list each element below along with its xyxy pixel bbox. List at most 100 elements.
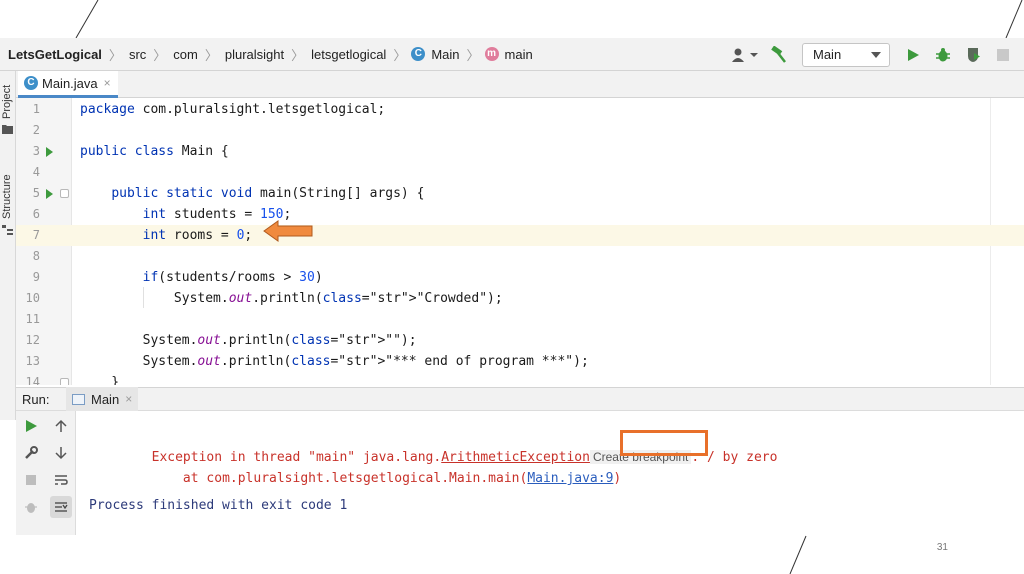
code-line[interactable]: 11	[16, 309, 1024, 330]
debug-icon[interactable]	[930, 42, 956, 68]
ide-window: LetsGetLogical 〉 src 〉 com 〉 pluralsight…	[0, 38, 1024, 535]
fold-icon[interactable]	[60, 378, 69, 385]
chevron-right-icon: 〉	[466, 47, 480, 63]
build-hammer-icon[interactable]	[766, 42, 792, 68]
decorative-line-top-right	[1005, 0, 1023, 39]
tab-main-java-label: Main.java	[42, 75, 98, 91]
code-text: int rooms = 0;	[142, 228, 253, 243]
run-tab-main[interactable]: Main ×	[66, 387, 139, 411]
scroll-to-end-icon[interactable]	[50, 496, 72, 518]
stop-icon[interactable]	[990, 42, 1016, 68]
breadcrumb-pluralsight-label: pluralsight	[224, 46, 285, 62]
line-number: 6	[32, 207, 40, 221]
breadcrumb-src[interactable]: src	[127, 38, 148, 70]
breadcrumb-letsgetlogical-label: letsgetlogical	[311, 46, 387, 62]
code-text: if(students/rooms > 30)	[142, 270, 323, 285]
source-location-link[interactable]: Main.java:9	[527, 471, 613, 486]
code-text: package com.pluralsight.letsgetlogical;	[80, 102, 386, 117]
run-configuration-select[interactable]: Main	[802, 42, 890, 67]
code-line[interactable]: 8	[16, 246, 1024, 267]
breadcrumb-pluralsight[interactable]: pluralsight	[223, 38, 286, 70]
line-number: 12	[25, 333, 40, 347]
line-number: 9	[32, 270, 40, 284]
breadcrumb-main-class[interactable]: C Main	[411, 38, 461, 70]
line-number: 8	[32, 249, 40, 263]
slide-number: 31	[936, 542, 948, 553]
code-line[interactable]: 3 public class Main {	[16, 141, 1024, 162]
code-text: public class Main {	[80, 144, 229, 159]
run-gutter-icon[interactable]	[46, 189, 53, 199]
line-number: 7	[32, 228, 40, 242]
console-icon	[72, 393, 85, 405]
close-icon[interactable]: ×	[104, 76, 111, 90]
chevron-down-icon	[871, 51, 881, 58]
stop-icon[interactable]	[22, 471, 40, 489]
line-number: 3	[32, 144, 40, 158]
code-line[interactable]: 5 public static void main(String[] args)…	[16, 183, 1024, 204]
user-icon[interactable]	[728, 42, 762, 68]
tab-main-java[interactable]: C Main.java ×	[18, 71, 118, 98]
coverage-icon[interactable]	[960, 42, 986, 68]
exit-code-line: Process finished with exit code 1	[89, 498, 348, 513]
chevron-right-icon: 〉	[393, 47, 407, 63]
annotation-highlight-box	[620, 430, 708, 456]
chevron-right-icon: 〉	[153, 47, 167, 63]
fold-icon[interactable]	[60, 189, 69, 198]
rerun-icon[interactable]	[22, 417, 40, 435]
run-icon[interactable]	[900, 42, 926, 68]
line-number: 4	[32, 165, 40, 179]
code-line[interactable]: 13 System.out.println(class="str">"*** e…	[16, 351, 1024, 372]
code-editor[interactable]: 1 package com.pluralsight.letsgetlogical;…	[16, 98, 1024, 385]
run-console[interactable]: Exception in thread "main" java.lang.Ari…	[77, 411, 1024, 535]
code-line[interactable]: 14 }	[16, 372, 1024, 385]
breadcrumb-letsgetlogical[interactable]: letsgetlogical	[309, 38, 388, 70]
code-line[interactable]: 9 if(students/rooms > 30)	[16, 267, 1024, 288]
code-line[interactable]: 10 System.out.println(class="str">"Crowd…	[16, 288, 1024, 309]
breadcrumb-main-method[interactable]: m main	[484, 38, 535, 70]
chevron-right-icon: 〉	[108, 47, 122, 63]
code-line[interactable]: 1 package com.pluralsight.letsgetlogical;	[16, 99, 1024, 120]
run-panel-header: Run: Main ×	[16, 387, 1024, 411]
run-configuration-label: Main	[813, 47, 842, 62]
close-icon[interactable]: ×	[125, 392, 132, 406]
up-arrow-icon[interactable]	[52, 417, 70, 435]
wrench-icon[interactable]	[22, 444, 40, 462]
breadcrumb-com-label: com	[173, 46, 198, 62]
soft-wrap-icon[interactable]	[52, 471, 70, 489]
line-number: 11	[25, 312, 40, 326]
java-class-icon: C	[24, 76, 38, 90]
editor-tab-bar: C Main.java ×	[16, 71, 1024, 98]
code-line[interactable]: 2	[16, 120, 1024, 141]
toolbar: Main	[726, 38, 1024, 71]
code-line[interactable]: 7 int rooms = 0;	[16, 225, 1024, 246]
run-tab-main-label: Main	[91, 391, 120, 407]
folder-icon	[2, 125, 13, 134]
stack-trace-suffix: )	[613, 471, 622, 486]
line-number: 2	[32, 123, 40, 137]
breadcrumb-project[interactable]: LetsGetLogical	[0, 38, 104, 70]
structure-tool-window-tab[interactable]: Structure	[1, 174, 13, 219]
decorative-line-bottom	[789, 535, 807, 574]
code-line[interactable]: 4	[16, 162, 1024, 183]
breadcrumb-com[interactable]: com	[171, 38, 200, 70]
code-text: }	[80, 375, 120, 385]
structure-icon	[2, 225, 13, 235]
code-line[interactable]: 12 System.out.println(class="str">"");	[16, 330, 1024, 351]
class-icon: C	[411, 47, 426, 61]
line-number: 14	[25, 375, 40, 385]
method-icon: m	[484, 47, 499, 61]
code-text: int students = 150;	[142, 207, 292, 222]
line-number: 1	[32, 102, 40, 116]
slide: LetsGetLogical 〉 src 〉 com 〉 pluralsight…	[0, 0, 1024, 574]
line-number: 5	[32, 186, 40, 200]
run-gutter-icon[interactable]	[46, 147, 53, 157]
code-text: System.out.println(class="str">"");	[80, 333, 417, 348]
indent-guide	[143, 287, 144, 308]
breadcrumb-main-class-label: Main	[431, 46, 460, 62]
navigation-bar: LetsGetLogical 〉 src 〉 com 〉 pluralsight…	[0, 38, 1024, 71]
project-tool-window-tab[interactable]: Project	[1, 85, 13, 119]
code-line[interactable]: 6 int students = 150;	[16, 204, 1024, 225]
debug-bug-icon[interactable]	[22, 498, 40, 516]
down-arrow-icon[interactable]	[52, 444, 70, 462]
breadcrumb-project-label: LetsGetLogical	[8, 46, 102, 62]
